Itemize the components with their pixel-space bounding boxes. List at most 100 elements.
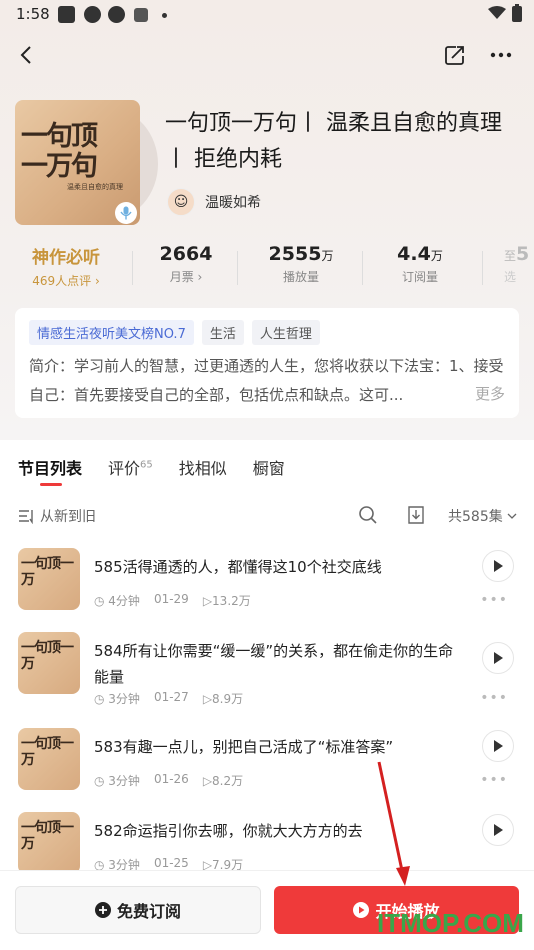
episode-duration: ◷ 4分钟 [94, 594, 140, 608]
back-icon[interactable] [12, 40, 40, 70]
album-title: 一句顶一万句丨 温柔且自愈的真理丨 拒绝内耗 [165, 111, 502, 172]
extra-stat: 至5 选 [504, 243, 534, 285]
play-button[interactable] [482, 814, 514, 846]
episode-more-icon[interactable]: ••• [480, 772, 508, 788]
episode-title: 582命运指引你去哪，你就大大方方的去 [94, 822, 363, 840]
subscribe-button[interactable]: 免费订阅 [15, 886, 261, 934]
tab-similar[interactable]: 找相似 [179, 455, 227, 479]
content-tabs: 节目列表 评价65 找相似 橱窗 [18, 455, 285, 479]
stats-row: 神作必听 469人点评 › 2664 月票 › 2555万 播放量 4.4万 订… [0, 243, 534, 293]
episode-cover-text: 一句顶一万 [21, 556, 74, 588]
more-options-icon[interactable] [486, 40, 516, 70]
badge-title: 神作必听 [32, 248, 100, 268]
sort-icon [19, 510, 33, 524]
tab-showcase[interactable]: 橱窗 [253, 455, 285, 479]
episode-cover-text: 一句顶一万 [21, 640, 74, 672]
top-nav-bar [0, 38, 534, 74]
episode-duration: ◷ 3分钟 [94, 774, 140, 788]
episode-plays: ▷8.9万 [202, 692, 244, 706]
episode-title: 585活得通透的人，都懂得这10个社交底线 [94, 558, 382, 576]
plays-value: 2555 [268, 243, 322, 265]
download-icon[interactable] [404, 503, 428, 527]
episode-more-icon[interactable]: ••• [480, 690, 508, 706]
plays-value: 13.2万 [212, 594, 251, 608]
episode-item[interactable]: 一句顶一万 583有趣一点儿，别把自己活成了“标准答案” ◷ 3分钟 01-26… [0, 728, 534, 818]
search-icon[interactable] [356, 503, 380, 527]
plays-stat: 2555万 播放量 [258, 243, 344, 285]
subs-value: 4.4 [397, 243, 431, 265]
episode-count: 共585集 [448, 509, 503, 525]
author-row[interactable]: ☺ 温暖如希 [167, 188, 261, 216]
duration-value: 3分钟 [108, 774, 140, 788]
episode-cover: 一句顶一万 [18, 632, 80, 694]
duration-value: 3分钟 [108, 692, 140, 706]
episode-plays: ▷13.2万 [202, 594, 251, 608]
episode-count-dropdown[interactable]: 共585集 [448, 506, 517, 526]
category-tag[interactable]: 生活 [201, 320, 244, 345]
ticket-label: 月票 › [169, 270, 203, 284]
play-button[interactable] [482, 642, 514, 674]
app-icon [108, 6, 125, 23]
watermark-text: ITMOP.COM [377, 908, 524, 938]
active-tab-indicator [40, 483, 62, 486]
intro-card[interactable]: 情感生活夜听美文榜NO.7 生活 人生哲理 简介：学习前人的智慧，过更通透的人生… [15, 308, 519, 418]
episode-more-icon[interactable]: ••• [480, 592, 508, 608]
episode-date: 01-26 [153, 772, 189, 786]
rating-badge[interactable]: 神作必听 469人点评 › [15, 243, 117, 289]
play-button[interactable] [482, 550, 514, 582]
plays-label: 播放量 [282, 270, 319, 284]
author-avatar[interactable]: ☺ [167, 188, 195, 216]
microphone-icon [115, 202, 137, 224]
battery-icon [512, 4, 522, 22]
episode-item[interactable]: 一句顶一万 584所有让你需要“缓一缓”的关系，都在偷走你的生命能量 ◷ 3分钟… [0, 632, 534, 722]
episode-item[interactable]: 一句顶一万 585活得通透的人，都懂得这10个社交底线 ◷ 4分钟 01-29 … [0, 548, 534, 638]
episode-duration: ◷ 3分钟 [94, 692, 140, 706]
duration-value: 4分钟 [108, 594, 140, 608]
play-button[interactable] [482, 730, 514, 762]
play-circle-icon [353, 902, 370, 918]
share-icon[interactable] [440, 40, 470, 70]
episode-meta: ◷ 3分钟 01-27 ▷8.9万 [94, 690, 243, 707]
episode-cover-text: 一句顶一万 [21, 736, 74, 768]
episode-meta: ◷ 3分钟 01-26 ▷8.2万 [94, 772, 243, 789]
ranking-tag[interactable]: 情感生活夜听美文榜NO.7 [29, 320, 194, 345]
subs-label: 订阅量 [401, 270, 438, 284]
list-toolbar: 从新到旧 共585集 [0, 503, 534, 529]
monthly-ticket-stat[interactable]: 2664 月票 › [150, 243, 222, 285]
divider [362, 251, 363, 285]
wifi-icon [488, 6, 506, 19]
episode-plays: ▷8.2万 [202, 774, 244, 788]
status-bar: 1:58 [0, 0, 534, 30]
divider [132, 251, 133, 285]
episode-cover-text: 一句顶一万 [21, 820, 74, 852]
subs-unit: 万 [430, 249, 443, 263]
episode-date: 01-29 [153, 592, 189, 606]
tab-reviews[interactable]: 评价65 [108, 455, 153, 479]
more-notifications-dot [162, 13, 167, 18]
category-tag[interactable]: 人生哲理 [251, 320, 320, 345]
subscriptions-stat: 4.4万 订阅量 [384, 243, 456, 285]
ticket-value: 2664 [159, 243, 213, 265]
intro-more-link[interactable]: 更多 [468, 383, 505, 404]
tab-reviews-count: 65 [140, 459, 153, 471]
divider [237, 251, 238, 285]
subscribe-label: 免费订阅 [116, 902, 181, 921]
plays-value: 8.9万 [212, 692, 244, 706]
notification-icon [58, 6, 75, 23]
sort-button[interactable]: 从新到旧 [18, 506, 96, 526]
app-icon [84, 6, 101, 23]
episode-date: 01-27 [153, 690, 189, 704]
author-name[interactable]: 温暖如希 [205, 192, 261, 212]
tab-episodes[interactable]: 节目列表 [18, 455, 82, 479]
intro-text: 简介：学习前人的智慧，过更通透的人生，您将收获以下法宝：1、接受自己：首先要接受… [29, 357, 504, 404]
plays-unit: 万 [321, 249, 334, 263]
cover-title-text: 一句顶一万句 [21, 121, 98, 182]
episode-title: 584所有让你需要“缓一缓”的关系，都在偷走你的生命能量 [94, 642, 454, 686]
plus-circle-icon [94, 902, 111, 918]
badge-reviews: 469人点评 › [32, 274, 100, 288]
episode-title: 583有趣一点儿，别把自己活成了“标准答案” [94, 738, 394, 756]
episode-cover: 一句顶一万 [18, 812, 80, 874]
tag-list: 情感生活夜听美文榜NO.7 生活 人生哲理 [29, 320, 320, 345]
plays-value: 8.2万 [212, 774, 244, 788]
cover-subtitle-text: 温柔且自愈的真理 [67, 183, 123, 191]
